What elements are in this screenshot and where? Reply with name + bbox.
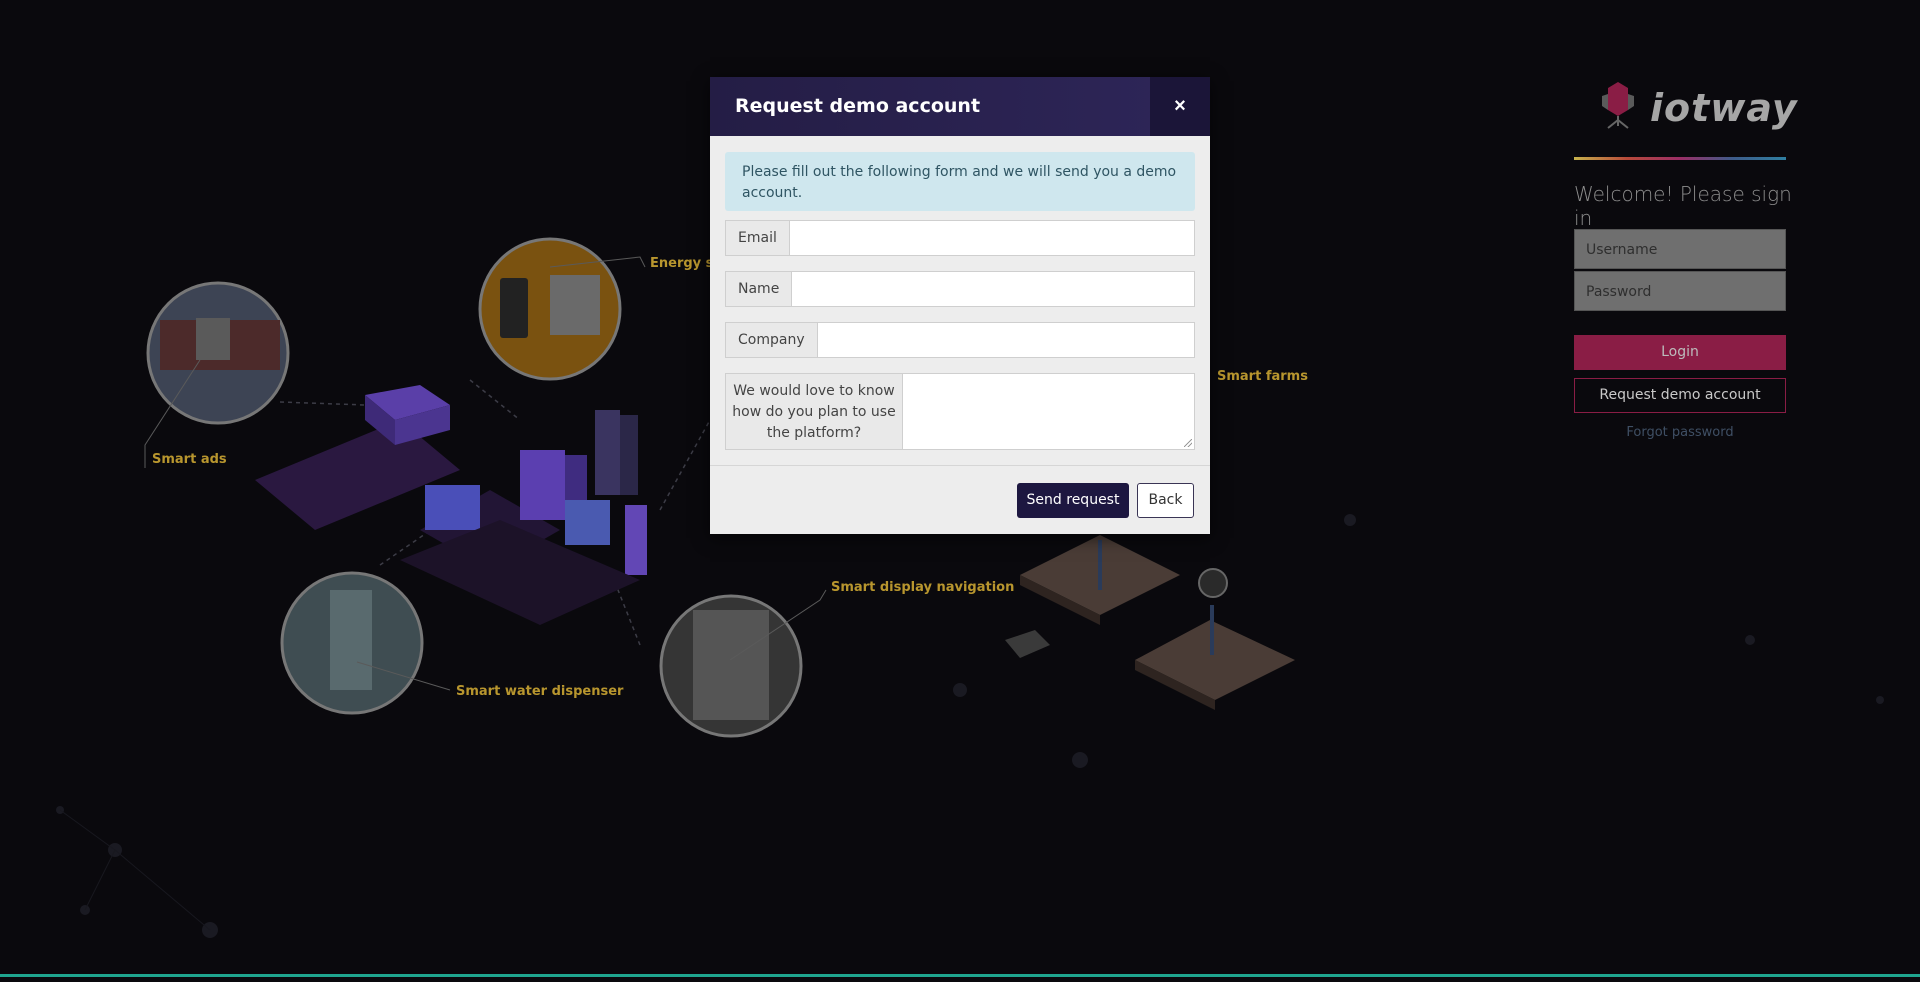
email-input[interactable]	[788, 220, 1195, 256]
email-label: Email	[725, 220, 789, 256]
modal-header: Request demo account ×	[710, 77, 1210, 136]
close-icon[interactable]: ×	[1150, 77, 1210, 136]
send-request-button[interactable]: Send request	[1017, 483, 1129, 518]
request-demo-button[interactable]: Request demo account	[1574, 378, 1786, 413]
company-field: Company	[725, 322, 1195, 358]
name-input[interactable]	[791, 271, 1195, 307]
request-demo-modal: Request demo account × Please fill out t…	[710, 77, 1210, 534]
name-label: Name	[725, 271, 792, 307]
usage-label: We would love to know how do you plan to…	[725, 373, 902, 450]
smart-farms-label: Smart farms	[1217, 369, 1308, 384]
usage-field: We would love to know how do you plan to…	[725, 373, 1195, 450]
smart-water-label: Smart water dispenser	[456, 684, 624, 699]
info-alert: Please fill out the following form and w…	[725, 152, 1195, 211]
back-button[interactable]: Back	[1137, 483, 1194, 518]
forgot-password-link[interactable]: Forgot password	[1574, 425, 1786, 440]
modal-footer-divider	[710, 465, 1210, 466]
usage-textarea[interactable]	[902, 373, 1195, 450]
password-input[interactable]: Password	[1574, 271, 1786, 311]
company-label: Company	[725, 322, 817, 358]
smart-display-label: Smart display navigation	[831, 580, 1015, 595]
email-field: Email	[725, 220, 1195, 256]
company-input[interactable]	[816, 322, 1195, 358]
modal-title: Request demo account	[735, 95, 981, 117]
logo-text: iotway	[1650, 86, 1798, 130]
smart-ads-label: Smart ads	[152, 452, 227, 467]
logo-icon	[1602, 82, 1634, 129]
logo: iotway	[1588, 76, 1797, 136]
name-field: Name	[725, 271, 1195, 307]
rainbow-divider	[1574, 157, 1786, 160]
login-button[interactable]: Login	[1574, 335, 1786, 370]
welcome-text: Welcome! Please sign in	[1574, 182, 1792, 230]
username-input[interactable]: Username	[1574, 229, 1786, 269]
resize-grip-icon[interactable]	[1184, 439, 1192, 447]
